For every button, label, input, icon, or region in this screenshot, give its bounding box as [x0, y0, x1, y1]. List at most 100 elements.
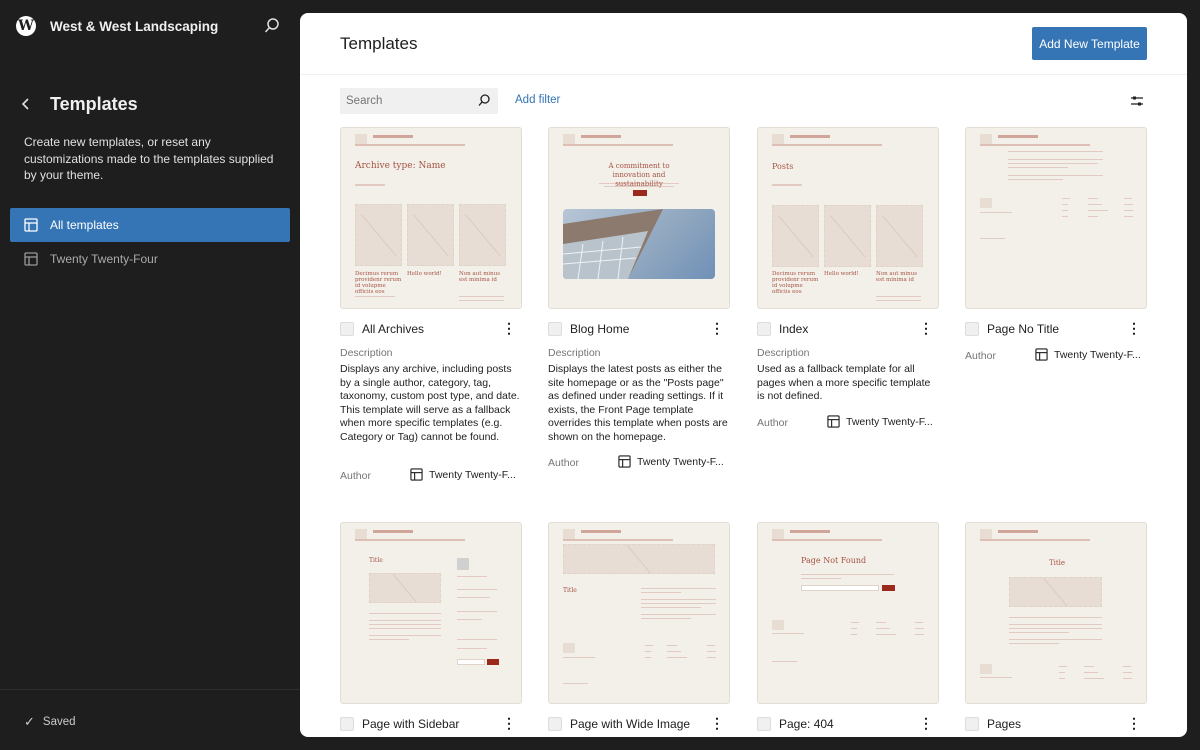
author-label: Author [965, 350, 996, 362]
template-preview[interactable]: Title [965, 522, 1147, 704]
wordpress-logo-icon[interactable]: W [16, 16, 36, 36]
select-checkbox[interactable] [548, 717, 562, 731]
template-card: Page Not Found Page: 404 ⋮ [757, 522, 939, 731]
back-button[interactable] [16, 92, 36, 116]
more-actions-icon[interactable]: ⋮ [919, 319, 933, 339]
layout-icon [1035, 348, 1048, 361]
sidebar-title: Templates [50, 93, 138, 114]
search-icon[interactable] [262, 16, 282, 36]
preview-heading: Posts [772, 162, 794, 171]
template-card: Posts Decimus rerum providenr rerum id v… [757, 127, 939, 429]
sidebar: W West & West Landscaping Templates Crea… [0, 0, 300, 750]
preview-post-title: Hello world! [824, 271, 859, 277]
template-author: Twenty Twenty-F... [1035, 348, 1141, 361]
template-preview[interactable]: Page Not Found [757, 522, 939, 704]
sidebar-item-label: Twenty Twenty-Four [50, 252, 158, 266]
search-icon[interactable] [477, 93, 491, 107]
toolbar: Add filter [340, 88, 1147, 114]
template-title[interactable]: Page with Wide Image [570, 717, 690, 731]
template-description: Displays the latest posts as either the … [548, 363, 728, 443]
template-card: Title Pages ⋮ [965, 522, 1147, 731]
more-actions-icon[interactable]: ⋮ [502, 319, 516, 339]
more-actions-icon[interactable]: ⋮ [1127, 714, 1141, 734]
add-filter-button[interactable]: Add filter [515, 94, 560, 106]
select-checkbox[interactable] [965, 717, 979, 731]
template-card: Title Page with Wide Image ⋮ [548, 522, 730, 731]
select-checkbox[interactable] [757, 322, 771, 336]
author-label: Author [340, 470, 371, 482]
template-card: Title Page with Sidebar ⋮ [340, 522, 522, 731]
layout-icon [410, 468, 423, 481]
card-title-row: Index ⋮ [757, 319, 939, 339]
select-checkbox[interactable] [340, 717, 354, 731]
avatar [457, 558, 469, 570]
template-title[interactable]: Page: 404 [779, 717, 834, 731]
card-title-row: Page No Title ⋮ [965, 319, 1147, 339]
template-preview[interactable]: Posts Decimus rerum providenr rerum id v… [757, 127, 939, 309]
sidebar-item-all-templates[interactable]: All templates [10, 208, 290, 242]
select-checkbox[interactable] [548, 322, 562, 336]
layout-icon [618, 455, 631, 468]
template-preview[interactable]: Title [340, 522, 522, 704]
preview-heading: Title [563, 587, 577, 594]
preview-post-title: Decimus rerum providenr rerum id volupme… [772, 271, 819, 295]
more-actions-icon[interactable]: ⋮ [1127, 319, 1141, 339]
card-title-row: Pages ⋮ [965, 714, 1147, 734]
sidebar-footer: ✓ Saved [0, 689, 300, 750]
template-preview[interactable]: Archive type: Name Decimus rerum provide… [340, 127, 522, 309]
template-description: Displays any archive, including posts by… [340, 363, 520, 443]
author-label: Author [757, 417, 788, 429]
template-title[interactable]: Page No Title [987, 322, 1059, 336]
description-label: Description [548, 347, 601, 359]
preview-heading: A commitment to innovation and sustainab… [608, 162, 670, 188]
more-actions-icon[interactable]: ⋮ [710, 319, 724, 339]
template-author: Twenty Twenty-F... [827, 415, 933, 428]
sidebar-item-twenty-twenty-four[interactable]: Twenty Twenty-Four [10, 242, 290, 276]
author-label: Author [548, 457, 579, 469]
template-preview[interactable]: A commitment to innovation and sustainab… [548, 127, 730, 309]
template-author: Twenty Twenty-F... [410, 468, 516, 481]
template-description: Used as a fallback template for all page… [757, 363, 931, 402]
main-header: Templates Add New Template [300, 13, 1187, 75]
select-checkbox[interactable] [757, 717, 771, 731]
save-status: ✓ Saved [24, 714, 76, 730]
template-card: Archive type: Name Decimus rerum provide… [340, 127, 522, 482]
more-actions-icon[interactable]: ⋮ [502, 714, 516, 734]
add-new-template-button[interactable]: Add New Template [1032, 27, 1147, 60]
more-actions-icon[interactable]: ⋮ [919, 714, 933, 734]
page-title: Templates [340, 34, 418, 53]
template-preview[interactable] [965, 127, 1147, 309]
search-input[interactable] [346, 95, 471, 107]
card-title-row: Page with Sidebar ⋮ [340, 714, 522, 734]
template-title[interactable]: Page with Sidebar [362, 717, 459, 731]
layout-icon [24, 218, 38, 232]
preview-post-title: Hello world! [407, 271, 442, 277]
template-title[interactable]: Pages [987, 717, 1021, 731]
author-name: Twenty Twenty-F... [846, 415, 933, 428]
author-name: Twenty Twenty-F... [637, 455, 724, 468]
card-title-row: All Archives ⋮ [340, 319, 522, 339]
sidebar-item-label: All templates [50, 218, 119, 232]
preview-post-title: Decimus rerum providenr rerum id volupme… [355, 271, 402, 295]
template-title[interactable]: All Archives [362, 322, 424, 336]
template-card: A commitment to innovation and sustainab… [548, 127, 730, 469]
site-name[interactable]: West & West Landscaping [50, 19, 218, 34]
site-header: W West & West Landscaping [16, 14, 284, 38]
template-title[interactable]: Index [779, 322, 808, 336]
layout-icon [24, 252, 38, 266]
preview-post-title: Non aut minus est minima id [876, 271, 918, 283]
layout-icon [827, 415, 840, 428]
preview-image [563, 209, 715, 279]
chevron-left-icon [21, 98, 29, 110]
preview-heading: Archive type: Name [355, 161, 446, 171]
template-preview[interactable]: Title [548, 522, 730, 704]
select-checkbox[interactable] [340, 322, 354, 336]
select-checkbox[interactable] [965, 322, 979, 336]
check-icon: ✓ [24, 714, 35, 729]
template-title[interactable]: Blog Home [570, 322, 629, 336]
preview-heading: Title [1048, 559, 1066, 567]
main-panel: Templates Add New Template Add filter Ar… [300, 13, 1187, 737]
search-field[interactable] [340, 88, 498, 114]
more-actions-icon[interactable]: ⋮ [710, 714, 724, 734]
view-options-icon[interactable] [1127, 91, 1147, 111]
